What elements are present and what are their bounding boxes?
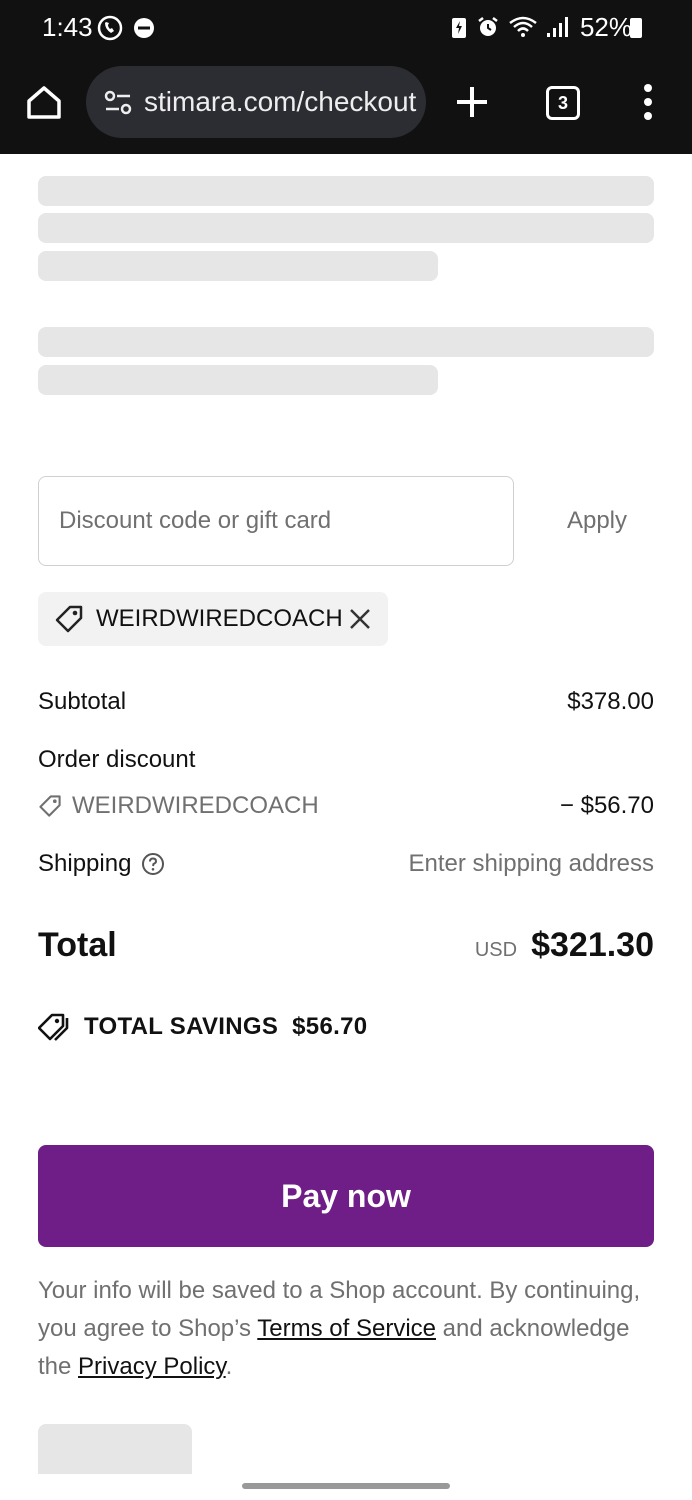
home-indicator[interactable] <box>242 1483 450 1489</box>
apply-button[interactable]: Apply <box>540 476 654 566</box>
shipping-row: Shipping Enter shipping address <box>38 850 654 878</box>
skeleton-line <box>38 251 438 281</box>
total-row: Total USD $321.30 <box>38 926 654 965</box>
total-label: Total <box>38 926 117 964</box>
signal-icon <box>547 17 568 37</box>
savings-value: $56.70 <box>292 1013 368 1040</box>
total-amount: $321.30 <box>531 926 654 964</box>
shipping-value: Enter shipping address <box>408 850 654 877</box>
order-discount-label: Order discount <box>38 746 196 773</box>
subtotal-label: Subtotal <box>38 688 127 715</box>
subtotal-value: $378.00 <box>567 688 654 715</box>
total-savings: TOTAL SAVINGS $56.70 <box>38 1012 367 1042</box>
currency-code: USD <box>474 939 518 961</box>
menu-icon[interactable] <box>638 82 658 122</box>
order-discount-row: Order discount <box>38 746 654 774</box>
legal-notice: Your info will be saved to a Shop accoun… <box>38 1272 654 1386</box>
clock: 1:43 <box>42 12 93 42</box>
tag-icon <box>55 605 83 633</box>
site-settings-icon[interactable] <box>104 90 132 116</box>
home-icon[interactable] <box>24 82 64 122</box>
tabs-icon[interactable]: 3 <box>546 86 580 120</box>
battery-percent: 52% <box>579 12 632 42</box>
skeleton-line <box>38 327 654 357</box>
help-icon[interactable] <box>141 852 165 876</box>
discount-code-input[interactable] <box>38 476 514 566</box>
battery-icon <box>630 18 642 38</box>
skeleton-line <box>38 176 654 206</box>
address-bar[interactable]: stimara.com/checkout <box>86 66 426 138</box>
alarm-icon <box>478 17 498 36</box>
url-text: stimara.com/checkout <box>144 86 417 117</box>
discount-value: − $56.70 <box>559 792 654 819</box>
status-bar: 1:43 52% <box>0 0 692 56</box>
do-not-disturb-icon <box>134 18 154 38</box>
new-tab-icon[interactable] <box>452 82 492 122</box>
wifi-icon <box>509 16 537 37</box>
remove-discount-icon[interactable] <box>348 607 372 631</box>
tag-icon <box>39 795 61 817</box>
battery-saver-icon <box>452 18 466 38</box>
skeleton-block <box>38 1424 192 1474</box>
legal-text-3: . <box>225 1353 233 1380</box>
applied-code-label: WEIRDWIREDCOACH <box>96 605 343 632</box>
tags-icon <box>38 1013 69 1041</box>
discount-code-label: WEIRDWIREDCOACH <box>72 792 319 819</box>
subtotal-row: Subtotal $378.00 <box>38 688 654 716</box>
shipping-label: Shipping <box>38 850 132 877</box>
pay-now-button[interactable]: Pay now <box>38 1145 654 1247</box>
privacy-policy-link[interactable]: Privacy Policy <box>78 1353 226 1380</box>
tab-count: 3 <box>557 93 568 113</box>
terms-of-service-link[interactable]: Terms of Service <box>257 1315 436 1342</box>
whatsapp-icon <box>97 15 123 41</box>
discount-code-row: WEIRDWIREDCOACH − $56.70 <box>38 792 654 820</box>
skeleton-line <box>38 365 438 395</box>
browser-toolbar: stimara.com/checkout 3 <box>0 56 692 154</box>
applied-discount-chip: WEIRDWIREDCOACH <box>38 592 388 646</box>
skeleton-line <box>38 213 654 243</box>
savings-label: TOTAL SAVINGS <box>84 1013 279 1040</box>
